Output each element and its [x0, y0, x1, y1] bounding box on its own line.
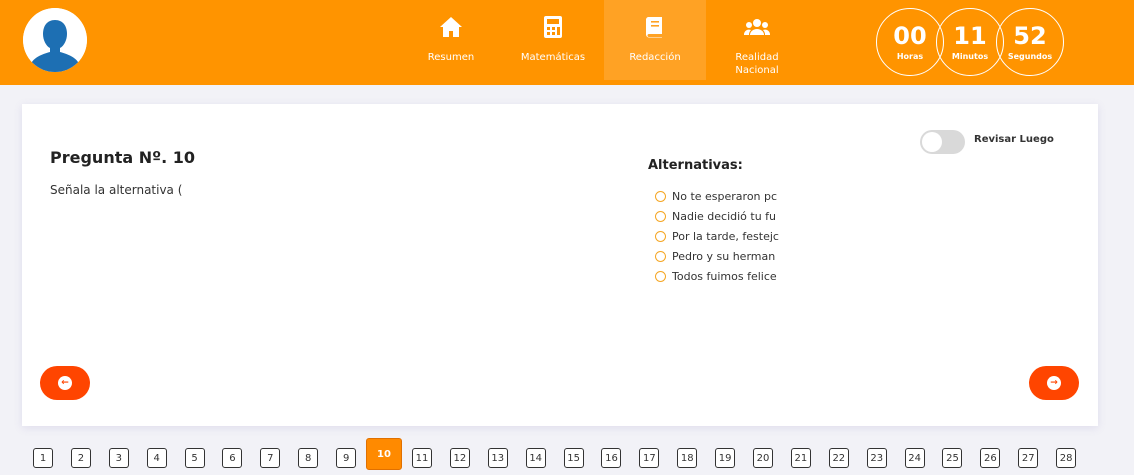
top-bar: Resumen Matemáticas Redacción Realidad N… — [0, 0, 1134, 85]
question-title: Pregunta Nº. 10 — [50, 148, 196, 167]
page-button[interactable]: 14 — [525, 448, 546, 468]
alternative-option[interactable]: Todos fuimos felice — [655, 266, 802, 286]
page-button[interactable]: 13 — [487, 448, 508, 468]
page-button[interactable]: 15 — [563, 448, 584, 468]
timer-hours: 00 Horas — [876, 8, 944, 76]
alternatives-list: No te esperaron pc Nadie decidió tu fu P… — [655, 186, 802, 286]
page-button[interactable]: 3 — [108, 448, 129, 468]
page-button[interactable]: 5 — [184, 448, 205, 468]
alternative-option[interactable]: No te esperaron pc — [655, 186, 802, 206]
page-button[interactable]: 2 — [70, 448, 91, 468]
alternative-option[interactable]: Pedro y su herman — [655, 246, 802, 266]
exam-timer: 00 Horas 11 Minutos 52 Segundos — [876, 8, 1064, 76]
alternative-text: Todos fuimos felice — [672, 269, 777, 283]
page-button[interactable]: 17 — [639, 448, 660, 468]
page-button-current[interactable]: 10 — [366, 438, 403, 470]
page-button[interactable]: 8 — [298, 448, 319, 468]
question-text: Señala la alternativa ( — [50, 183, 183, 197]
page-button[interactable]: 23 — [866, 448, 887, 468]
alternative-option[interactable]: Nadie decidió tu fu — [655, 206, 802, 226]
page-button[interactable]: 18 — [677, 448, 698, 468]
alternative-text: Por la tarde, festejc — [672, 229, 779, 243]
page-button[interactable]: 22 — [828, 448, 849, 468]
group-icon — [744, 15, 770, 39]
previous-question-button[interactable]: ← — [40, 366, 90, 400]
alternative-text: Pedro y su herman — [672, 249, 776, 263]
page-button[interactable]: 26 — [980, 448, 1001, 468]
alternatives-title: Alternativas: — [648, 158, 743, 173]
main-nav: Resumen Matemáticas Redacción Realidad N… — [400, 0, 808, 85]
page-button[interactable]: 25 — [942, 448, 963, 468]
timer-minutes-value: 11 — [953, 22, 987, 50]
page-button[interactable]: 24 — [904, 448, 925, 468]
home-icon — [439, 15, 463, 39]
radio-button[interactable] — [655, 230, 666, 242]
toggle-knob — [922, 132, 942, 152]
page-button[interactable]: 6 — [222, 448, 243, 468]
nav-resumen[interactable]: Resumen — [400, 0, 502, 85]
nav-redaccion[interactable]: Redacción — [604, 0, 706, 80]
nav-matematicas[interactable]: Matemáticas — [502, 0, 604, 85]
question-card: Pregunta Nº. 10 Señala la alternativa ( … — [22, 104, 1098, 426]
review-later: Revisar Luego — [920, 130, 1054, 154]
review-later-toggle[interactable] — [920, 130, 965, 154]
calculator-icon — [543, 15, 563, 39]
page-button[interactable]: 16 — [601, 448, 622, 468]
page-button[interactable]: 28 — [1056, 448, 1077, 468]
page-button[interactable]: 19 — [715, 448, 736, 468]
nav-matematicas-label: Matemáticas — [520, 52, 586, 63]
timer-seconds-value: 52 — [1013, 22, 1047, 50]
timer-minutes: 11 Minutos — [936, 8, 1004, 76]
arrow-right-icon: → — [1047, 376, 1061, 390]
timer-seconds-label: Segundos — [1007, 52, 1053, 61]
review-later-label: Revisar Luego — [974, 134, 1054, 145]
timer-seconds: 52 Segundos — [996, 8, 1064, 76]
radio-button[interactable] — [655, 270, 666, 282]
radio-button[interactable] — [655, 250, 666, 262]
radio-button[interactable] — [655, 190, 666, 202]
page-button[interactable]: 12 — [449, 448, 470, 468]
nav-realidad-nacional-label: Realidad Nacional — [735, 52, 779, 76]
book-icon — [646, 15, 664, 39]
nav-redaccion-label: Redacción — [629, 52, 681, 63]
page-button[interactable]: 4 — [146, 448, 167, 468]
page-button[interactable]: 11 — [412, 448, 433, 468]
alternative-option[interactable]: Por la tarde, festejc — [655, 226, 802, 246]
page-button[interactable]: 7 — [260, 448, 281, 468]
arrow-left-icon: ← — [58, 376, 72, 390]
timer-hours-label: Horas — [896, 52, 924, 61]
radio-button[interactable] — [655, 210, 666, 222]
alternative-text: Nadie decidió tu fu — [672, 209, 777, 223]
timer-minutes-label: Minutos — [951, 52, 989, 61]
nav-realidad-nacional[interactable]: Realidad Nacional — [706, 0, 808, 85]
page-button[interactable]: 1 — [33, 448, 53, 468]
page-button[interactable]: 21 — [790, 448, 811, 468]
alternative-text: No te esperaron pc — [672, 189, 778, 203]
page-button[interactable]: 27 — [1018, 448, 1039, 468]
next-question-button[interactable]: → — [1029, 366, 1079, 400]
user-silhouette-icon — [23, 8, 87, 72]
page-button[interactable]: 20 — [753, 448, 774, 468]
nav-resumen-label: Resumen — [427, 52, 475, 63]
question-pager: 1 2 3 4 5 6 7 8 9 10 11 12 13 14 15 16 17 18 19 20 21 22 23 24 2… — [33, 438, 1094, 470]
page-button[interactable]: 9 — [336, 448, 357, 468]
user-avatar[interactable] — [23, 8, 87, 72]
timer-hours-value: 00 — [893, 22, 927, 50]
